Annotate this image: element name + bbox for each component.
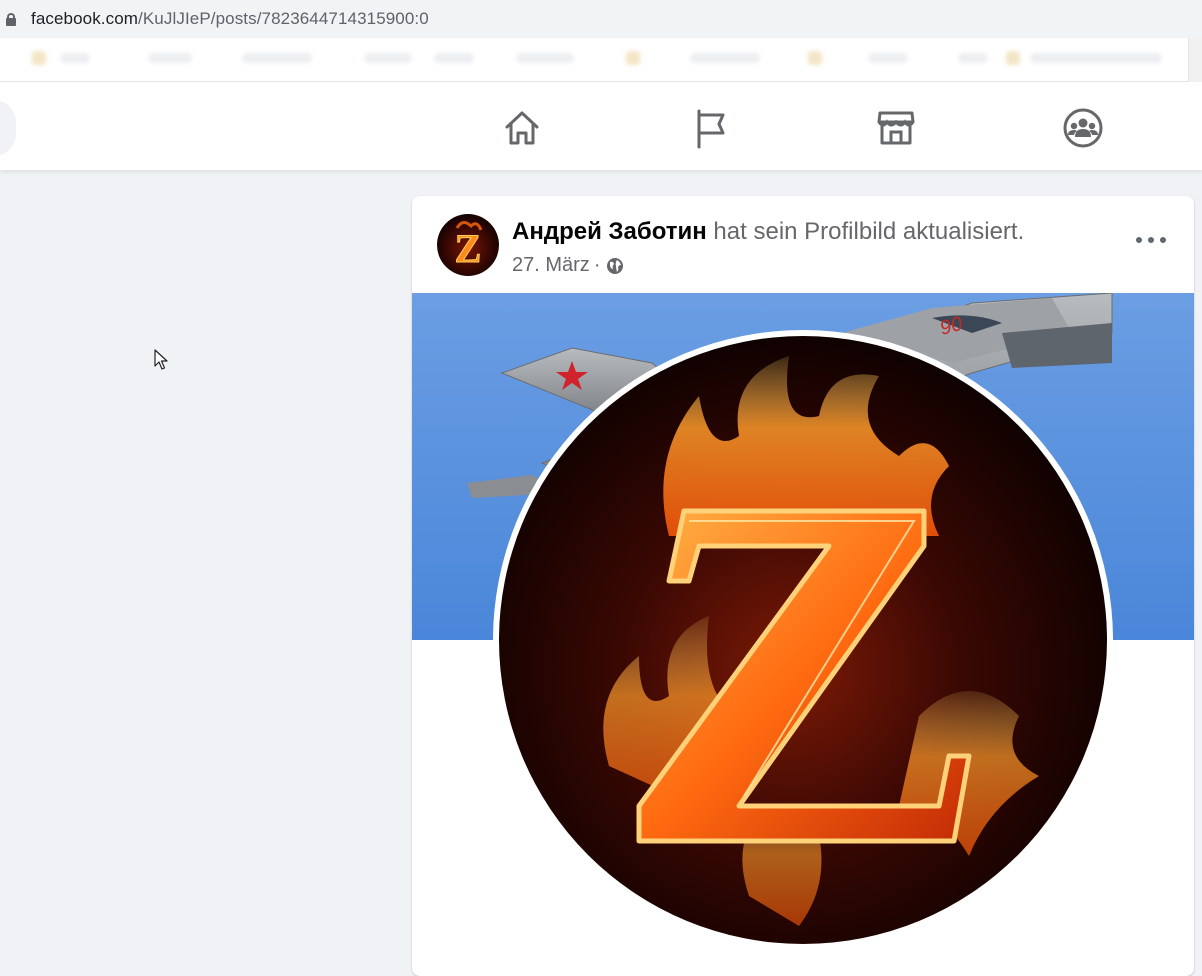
globe-icon[interactable] (606, 257, 624, 275)
bookmark-item[interactable] (1030, 53, 1162, 63)
bookmark-item[interactable] (958, 53, 988, 63)
bookmarks-scrollbar[interactable] (1188, 38, 1202, 82)
tab-groups[interactable] (1059, 104, 1107, 152)
browser-address-bar[interactable]: facebook.com/KuJlJIeP/posts/782364471431… (0, 0, 1202, 38)
url-domain: facebook.com (31, 9, 139, 28)
bookmark-item[interactable] (60, 53, 90, 63)
marketplace-icon (877, 111, 915, 145)
post-meta: 27. März · (512, 254, 624, 277)
tab-home[interactable] (498, 104, 546, 152)
post-action-text: hat sein Profilbild aktualisiert. (706, 218, 1025, 245)
post-date-link[interactable]: 27. März (512, 254, 590, 277)
bookmark-item[interactable] (242, 53, 312, 63)
author-name-link[interactable]: Андрей Заботин (512, 218, 707, 245)
home-icon (505, 111, 539, 145)
meta-separator: · (593, 254, 601, 276)
bookmark-item[interactable] (690, 53, 760, 63)
groups-icon (1063, 108, 1103, 148)
url-text[interactable]: facebook.com/KuJlJIeP/posts/782364471431… (31, 9, 429, 29)
svg-text:Z: Z (455, 226, 482, 271)
tab-marketplace[interactable] (872, 104, 920, 152)
profile-picture[interactable] (499, 336, 1107, 944)
mouse-cursor-icon (154, 349, 168, 370)
post-card: Z Андрей Заботин hat sein Profilbild akt… (412, 196, 1194, 976)
bookmark-item[interactable] (364, 53, 412, 63)
flag-icon (697, 109, 725, 149)
lock-icon[interactable] (6, 12, 16, 26)
tab-pages[interactable] (686, 104, 734, 152)
bookmark-favicon[interactable] (32, 51, 46, 65)
bookmark-item[interactable] (148, 53, 192, 63)
bookmark-favicon[interactable] (808, 51, 822, 65)
bookmark-item[interactable] (516, 53, 574, 63)
bookmarks-bar (0, 38, 1202, 82)
more-options-icon[interactable] (1136, 230, 1166, 250)
bookmark-favicon[interactable] (626, 51, 640, 65)
bookmark-item[interactable] (434, 53, 474, 63)
bookmark-item[interactable] (868, 53, 908, 63)
url-path: /KuJlJIeP/posts/7823644714315900:0 (138, 9, 429, 28)
author-avatar[interactable]: Z (437, 214, 499, 276)
facebook-top-nav (0, 82, 1202, 170)
search-field-edge[interactable] (0, 100, 16, 156)
post-header: Андрей Заботин hat sein Profilbild aktua… (512, 218, 1024, 246)
bookmark-favicon[interactable] (1006, 51, 1020, 65)
